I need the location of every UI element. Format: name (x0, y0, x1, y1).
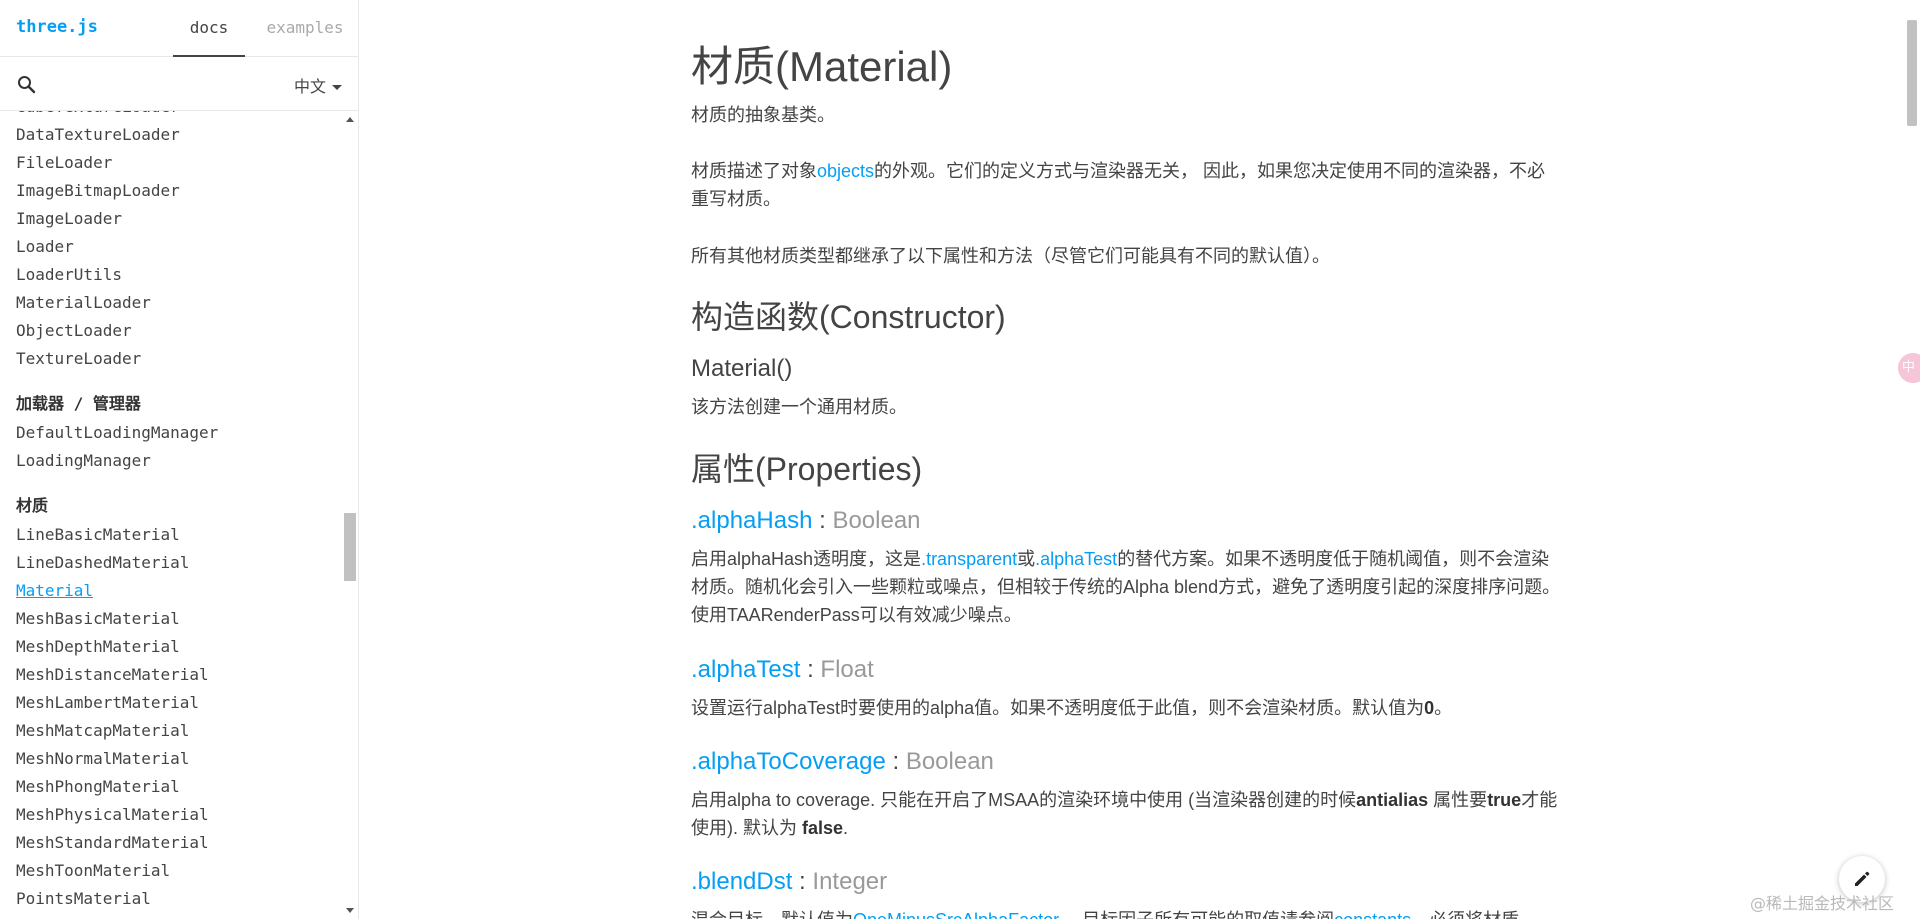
sidebar-item-material[interactable]: Material (0, 577, 340, 605)
blenddst-text-3: 。必须将材质 (1411, 910, 1519, 919)
constructor-signature: Material() (691, 355, 793, 382)
alphatocoverage-antialias: antialias (1356, 790, 1429, 810)
blenddst-text-1: 混合目标。默认值为 (691, 910, 853, 919)
sidebar-item-fileloader[interactable]: FileLoader (0, 149, 340, 177)
sidebar-category-managers: 加载器 / 管理器 (16, 394, 141, 413)
sidebar-list-content: CubeTextureLoader DataTextureLoader File… (0, 111, 340, 913)
tab-docs[interactable]: docs (173, 0, 245, 57)
inherit-note: 所有其他材质类型都继承了以下属性和方法（尽管它们可能具有不同的默认值）。 (691, 246, 1330, 266)
constructor-description: 该方法创建一个通用材质。 (691, 397, 907, 417)
property-alphatest-link[interactable]: .alphaTest (691, 656, 800, 683)
main-content: 材质(Material) 材质的抽象基类。 材质描述了对象objects的外观。… (691, 0, 1561, 919)
property-alphahash-link[interactable]: .alphaHash (691, 507, 812, 534)
property-alphahash-colon: : (812, 507, 833, 534)
language-select[interactable]: 中文 (294, 73, 342, 97)
page-title: 材质(Material) (691, 43, 953, 90)
sidebar-scrollbar[interactable] (342, 111, 358, 919)
caret-down-icon (332, 85, 342, 90)
sidebar-item-meshmatcapmaterial[interactable]: MeshMatcapMaterial (0, 717, 340, 745)
sidebar-item-cubetextureloader[interactable]: CubeTextureLoader (0, 111, 340, 121)
property-alphatest-description: 设置运行alphaTest时要使用的alpha值。如果不透明度低于此值，则不会渲… (691, 694, 1561, 722)
sidebar-item-pointsmaterial[interactable]: PointsMaterial (0, 885, 340, 913)
app-root: three.js docs examples 中文 CubeTextureLoa… (0, 0, 1920, 919)
alphatocoverage-true: true (1487, 790, 1522, 810)
alphatest-default-value: 0 (1424, 698, 1435, 718)
sidebar-item-materialloader[interactable]: MaterialLoader (0, 289, 340, 317)
sidebar-item-linebasicmaterial[interactable]: LineBasicMaterial (0, 521, 340, 549)
sidebar-item-meshdepthmaterial[interactable]: MeshDepthMaterial (0, 633, 340, 661)
alphatest-text-2: 。 (1434, 698, 1453, 718)
oneminussrcalphafactor-link[interactable]: OneMinusSrcAlphaFactor (853, 910, 1059, 919)
property-alphahash-description: 启用alphaHash透明度，这是.transparent或.alphaTest… (691, 545, 1561, 629)
property-blenddst-link[interactable]: .blendDst (691, 868, 792, 895)
sidebar-item-meshtoonmaterial[interactable]: MeshToonMaterial (0, 857, 340, 885)
property-blenddst-description: 混合目标。默认值为OneMinusSrcAlphaFactor。 目标因子所有可… (691, 906, 1561, 919)
sidebar-item-imagebitmaploader[interactable]: ImageBitmapLoader (0, 177, 340, 205)
property-alphahash-type: Boolean (832, 507, 921, 534)
sidebar-scrollbar-thumb[interactable] (344, 513, 356, 581)
pencil-icon (1855, 871, 1870, 886)
property-alphahash-heading: .alphaHash : Boolean (691, 505, 921, 537)
sidebar-category-materials: 材质 (16, 496, 49, 515)
alphatocoverage-text-2: 属性要 (1428, 790, 1488, 810)
property-blenddst-type: Integer (812, 868, 888, 895)
alphatest-link[interactable]: .alphaTest (1035, 549, 1117, 569)
sidebar-item-meshnormalmaterial[interactable]: MeshNormalMaterial (0, 745, 340, 773)
scroll-up-arrow-icon[interactable] (346, 117, 354, 122)
search-icon[interactable] (16, 74, 38, 96)
alphahash-text-2: 或 (1017, 549, 1036, 569)
sidebar-item-meshstandardmaterial[interactable]: MeshStandardMaterial (0, 829, 340, 857)
properties-heading: 属性(Properties) (691, 451, 923, 487)
objects-link[interactable]: objects (817, 161, 874, 181)
property-alphatocoverage-colon: : (885, 748, 906, 775)
property-alphatocoverage-link[interactable]: .alphaToCoverage (691, 748, 886, 775)
property-alphatocoverage-type: Boolean (905, 748, 994, 775)
translate-widget-icon[interactable]: 中 (1898, 353, 1920, 383)
sidebar-item-meshphongmaterial[interactable]: MeshPhongMaterial (0, 773, 340, 801)
property-alphatocoverage-description: 启用alpha to coverage. 只能在开启了MSAA的渲染环境中使用 … (691, 786, 1561, 842)
sidebar: three.js docs examples 中文 CubeTextureLoa… (0, 0, 359, 919)
sidebar-item-textureloader[interactable]: TextureLoader (0, 345, 340, 373)
sidebar-item-objectloader[interactable]: ObjectLoader (0, 317, 340, 345)
sidebar-search-bar: 中文 (0, 57, 358, 111)
property-blenddst-heading: .blendDst : Integer (691, 866, 887, 898)
sidebar-item-loaderutils[interactable]: LoaderUtils (0, 261, 340, 289)
sidebar-item-meshlambertmaterial[interactable]: MeshLambertMaterial (0, 689, 340, 717)
sidebar-nav-list: CubeTextureLoader DataTextureLoader File… (0, 111, 358, 919)
scroll-down-arrow-icon[interactable] (346, 908, 354, 913)
constructor-heading: 构造函数(Constructor) (691, 299, 1006, 335)
property-alphatocoverage-heading: .alphaToCoverage : Boolean (691, 746, 994, 778)
main-scrollbar-thumb[interactable] (1907, 20, 1917, 126)
blenddst-text-2: 。 目标因子所有可能的取值请参阅 (1059, 910, 1334, 919)
transparent-link[interactable]: .transparent (921, 549, 1017, 569)
description-text-1: 材质描述了对象 (691, 161, 817, 181)
main-scrollbar[interactable] (1904, 0, 1920, 919)
sidebar-item-defaultloadingmanager[interactable]: DefaultLoadingManager (0, 419, 340, 447)
tab-examples[interactable]: examples (256, 0, 354, 55)
alphatest-text-1: 设置运行alphaTest时要使用的alpha值。如果不透明度低于此值，则不会渲… (691, 698, 1425, 718)
sidebar-item-meshbasicmaterial[interactable]: MeshBasicMaterial (0, 605, 340, 633)
sidebar-item-loadingmanager[interactable]: LoadingManager (0, 447, 340, 475)
alphatocoverage-text-1: 启用alpha to coverage. 只能在开启了MSAA的渲染环境中使用 … (691, 790, 1357, 810)
description-paragraph: 材质描述了对象objects的外观。它们的定义方式与渲染器无关， 因此，如果您决… (691, 157, 1561, 213)
property-blenddst-colon: : (792, 868, 813, 895)
sidebar-item-meshphysicalmaterial[interactable]: MeshPhysicalMaterial (0, 801, 340, 829)
sidebar-item-linedashedmaterial[interactable]: LineDashedMaterial (0, 549, 340, 577)
logo-link[interactable]: three.js (16, 17, 98, 37)
property-alphatest-type: Float (820, 656, 874, 683)
constants-link[interactable]: constants (1334, 910, 1411, 919)
sidebar-item-loader[interactable]: Loader (0, 233, 340, 261)
sidebar-header: three.js docs examples (0, 0, 358, 57)
sidebar-item-datatextureloader[interactable]: DataTextureLoader (0, 121, 340, 149)
alphatocoverage-text-4: . (843, 818, 849, 838)
sidebar-item-meshdistancematerial[interactable]: MeshDistanceMaterial (0, 661, 340, 689)
alphahash-text-1: 启用alphaHash透明度，这是 (691, 549, 922, 569)
intro-text: 材质的抽象基类。 (691, 105, 835, 125)
watermark-text: @稀土掘金技术社区 (1750, 894, 1895, 913)
alphatocoverage-false: false (802, 818, 844, 838)
property-alphatest-heading: .alphaTest : Float (691, 654, 874, 686)
property-alphatest-colon: : (800, 656, 821, 683)
sidebar-item-imageloader[interactable]: ImageLoader (0, 205, 340, 233)
language-select-value: 中文 (293, 77, 326, 96)
